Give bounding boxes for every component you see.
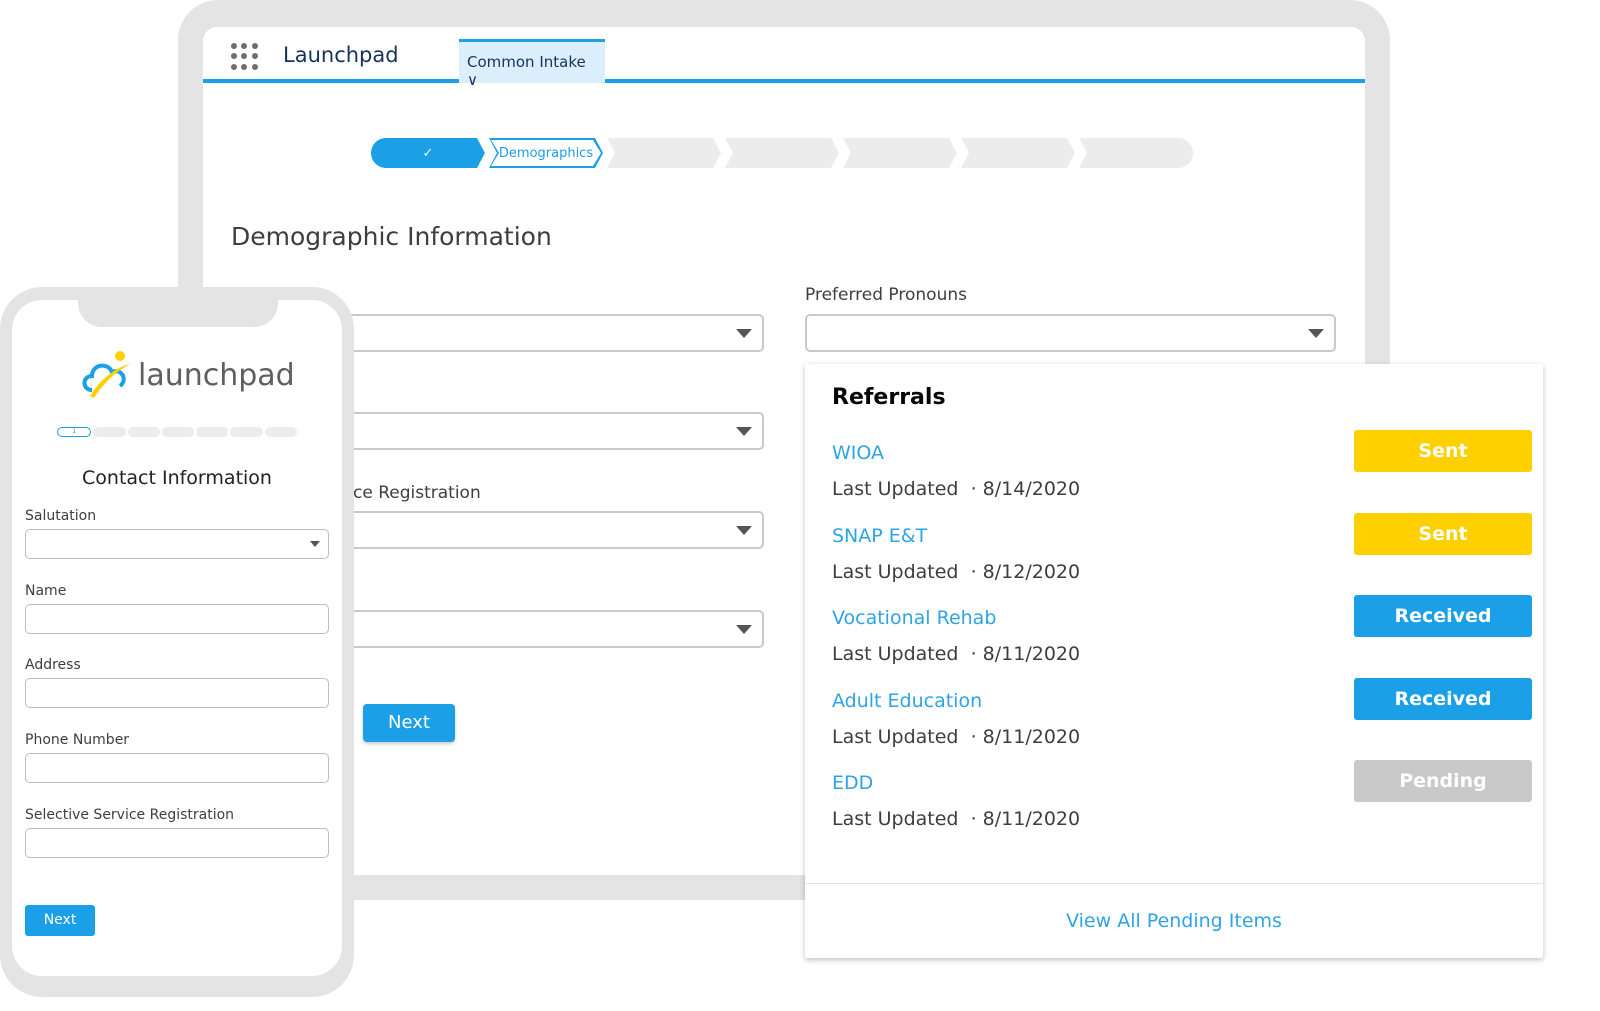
referral-last-updated: Last Updated · 8/12/2020 — [832, 560, 1081, 583]
salutation-select[interactable] — [25, 529, 329, 559]
salutation-label: Salutation — [25, 508, 97, 524]
path-progress: ✓ Demographics — [371, 138, 1197, 168]
referral-last-updated: Last Updated · 8/14/2020 — [832, 478, 1081, 500]
check-icon: ✓ — [422, 145, 434, 161]
selective-service-input[interactable] — [25, 828, 329, 858]
demographic-select-1[interactable] — [343, 314, 764, 352]
phone-notch — [78, 300, 278, 327]
last-updated-label: Last Updated — [832, 808, 959, 830]
referral-last-updated: Last Updated · 8/11/2020 — [832, 643, 1081, 665]
referral-last-updated: Last Updated · 8/11/2020 — [832, 808, 1081, 830]
referral-date: 8/14/2020 — [982, 478, 1081, 500]
referral-item: EDD Last Updated · 8/11/2020 Pending — [832, 760, 1532, 852]
status-badge: Received — [1354, 677, 1532, 720]
cloud-logo-icon — [82, 351, 130, 398]
path-step-complete[interactable]: ✓ — [371, 138, 485, 168]
selective-service-label: Selective Service Registration — [25, 807, 235, 823]
demographic-select-2[interactable] — [343, 412, 764, 450]
address-label: Address — [25, 657, 81, 673]
path-step[interactable] — [725, 138, 839, 168]
progress-step-current: 1 — [57, 427, 92, 437]
referral-date: 8/12/2020 — [982, 560, 1081, 583]
referral-link[interactable]: EDD — [832, 772, 873, 794]
last-updated-label: Last Updated — [832, 560, 959, 583]
launchpad-logo: launchpad — [80, 350, 295, 400]
phone-frame: launchpad 1 Contact Information Salutati… — [0, 287, 354, 997]
referral-date: 8/11/2020 — [982, 808, 1081, 830]
referral-link[interactable]: SNAP E&T — [832, 525, 927, 547]
step-label: Demographics — [489, 138, 603, 168]
tab-label: Common Intake — [467, 53, 586, 71]
phone-title: Contact Information — [82, 467, 272, 489]
logo-text: launchpad — [138, 357, 295, 393]
name-label: Name — [25, 583, 67, 599]
last-updated-label: Last Updated — [832, 478, 959, 500]
phone-screen: launchpad 1 Contact Information Salutati… — [12, 300, 342, 976]
phone-number-label: Phone Number — [25, 732, 130, 748]
status-badge: Sent — [1354, 512, 1532, 555]
phone-progress: 1 — [57, 427, 297, 437]
referrals-title: Referrals — [832, 385, 946, 410]
top-nav: Launchpad Common Intake ∨ — [203, 27, 1365, 89]
status-badge: Sent — [1354, 430, 1532, 472]
referral-last-updated: Last Updated · 8/11/2020 — [832, 725, 1081, 748]
service-registration-label: ce Registration — [353, 483, 481, 503]
service-registration-select[interactable] — [343, 511, 764, 549]
path-step[interactable] — [607, 138, 721, 168]
tab-common-intake[interactable]: Common Intake ∨ — [459, 39, 605, 89]
phone-number-input[interactable] — [25, 753, 329, 783]
app-name: Launchpad — [283, 43, 399, 67]
referral-item: WIOA Last Updated · 8/14/2020 Sent — [832, 430, 1532, 522]
referral-date: 8/11/2020 — [982, 725, 1081, 748]
page-title: Demographic Information — [231, 222, 552, 251]
phone-next-button[interactable]: Next — [25, 905, 95, 936]
path-step[interactable] — [1079, 138, 1193, 168]
referral-date: 8/11/2020 — [982, 643, 1081, 665]
status-badge: Pending — [1354, 760, 1532, 802]
referrals-card: Referrals WIOA Last Updated · 8/14/2020 … — [805, 364, 1543, 958]
address-input[interactable] — [25, 678, 329, 708]
referral-link[interactable]: Adult Education — [832, 690, 982, 712]
next-button[interactable]: Next — [363, 704, 455, 742]
pronouns-select[interactable] — [805, 314, 1336, 352]
status-badge: Received — [1354, 595, 1532, 637]
referral-link[interactable]: Vocational Rehab — [832, 607, 996, 629]
last-updated-label: Last Updated — [832, 643, 959, 665]
demographic-select-4[interactable] — [343, 610, 764, 648]
last-updated-label: Last Updated — [832, 725, 959, 748]
app-launcher-icon[interactable] — [231, 43, 259, 71]
chevron-down-icon: ∨ — [467, 71, 478, 89]
referral-item: Vocational Rehab Last Updated · 8/11/202… — [832, 595, 1532, 687]
name-input[interactable] — [25, 604, 329, 634]
referral-item: SNAP E&T Last Updated · 8/12/2020 Sent — [832, 512, 1532, 605]
view-all-pending-link[interactable]: View All Pending Items — [805, 883, 1543, 958]
pronouns-label: Preferred Pronouns — [805, 285, 967, 305]
path-step[interactable] — [843, 138, 957, 168]
referral-link[interactable]: WIOA — [832, 442, 884, 464]
path-step-demographics[interactable]: Demographics — [489, 138, 603, 168]
referral-item: Adult Education Last Updated · 8/11/2020… — [832, 677, 1532, 770]
path-step[interactable] — [961, 138, 1075, 168]
